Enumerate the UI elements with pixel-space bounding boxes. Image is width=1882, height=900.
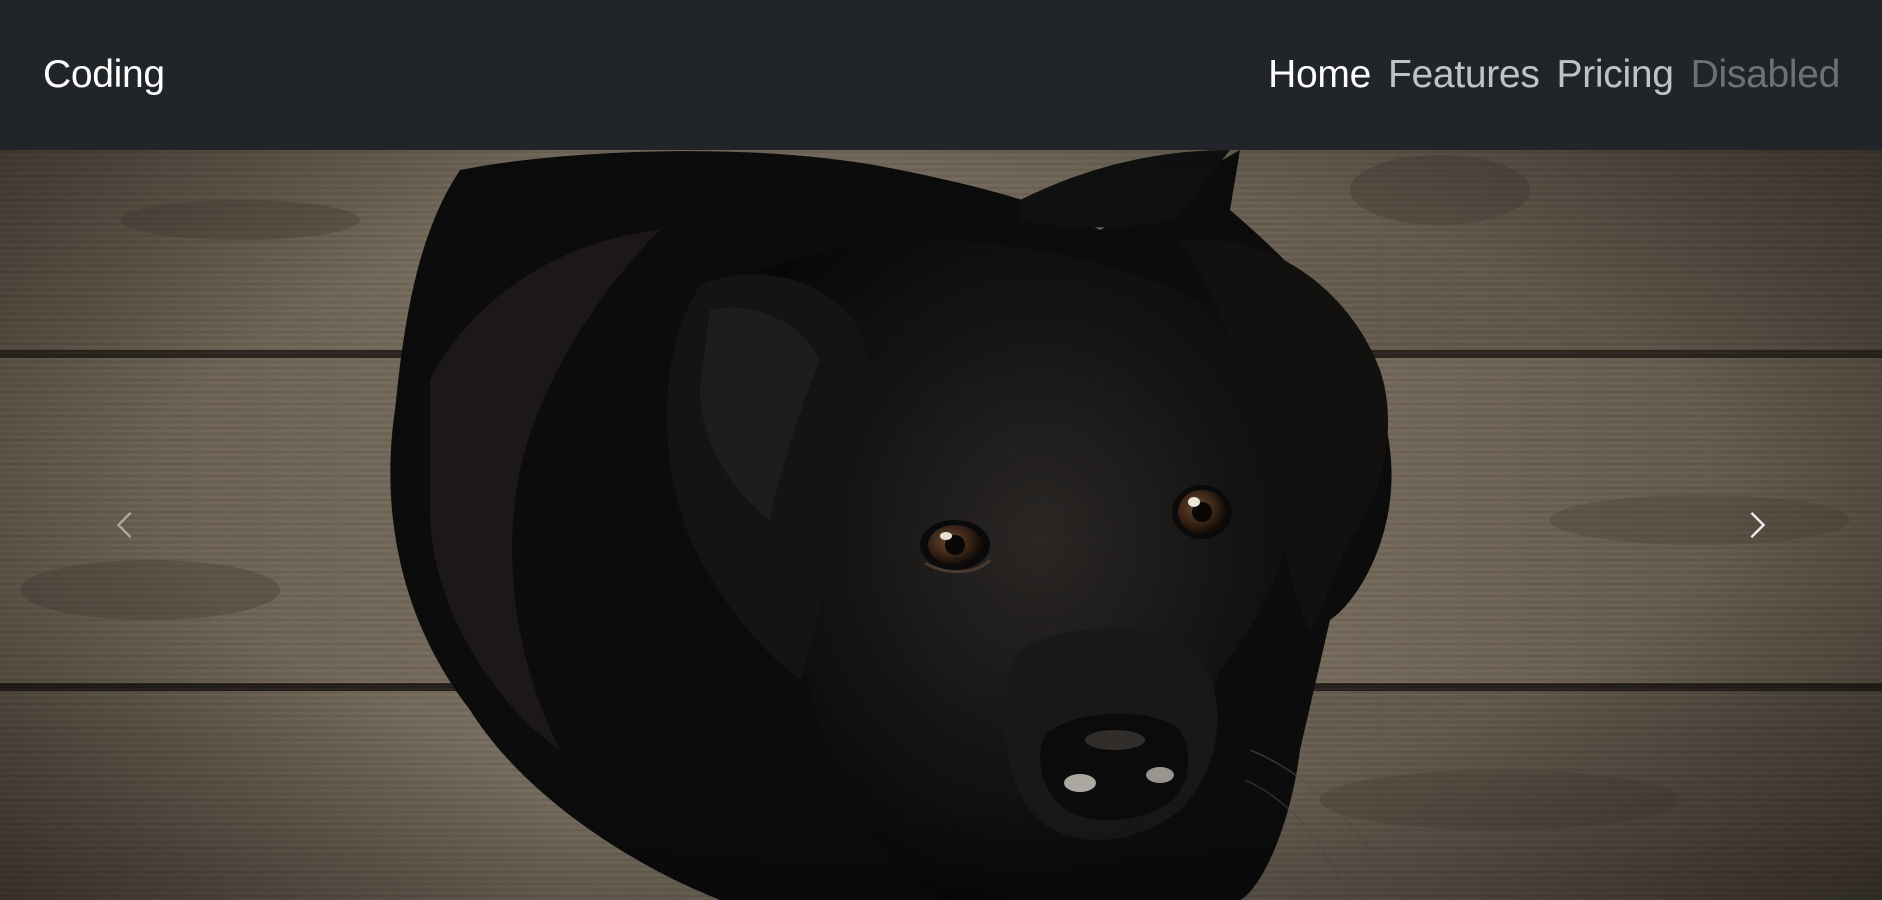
navbar: Coding Home Features Pricing Disabled (0, 0, 1882, 150)
chevron-left-icon (116, 511, 132, 539)
carousel-next-button[interactable] (1632, 150, 1882, 900)
nav-link-home[interactable]: Home (1268, 53, 1371, 97)
brand-link[interactable]: Coding (43, 53, 165, 97)
nav-link-pricing[interactable]: Pricing (1557, 53, 1674, 97)
nav-link-features[interactable]: Features (1388, 53, 1540, 97)
carousel-slide-image (0, 150, 1882, 900)
chevron-right-icon (1750, 511, 1766, 539)
nav-link-disabled: Disabled (1690, 53, 1841, 96)
carousel-prev-button[interactable] (0, 150, 250, 900)
nav-links: Home Features Pricing Disabled (1268, 53, 1840, 97)
image-carousel (0, 150, 1882, 900)
